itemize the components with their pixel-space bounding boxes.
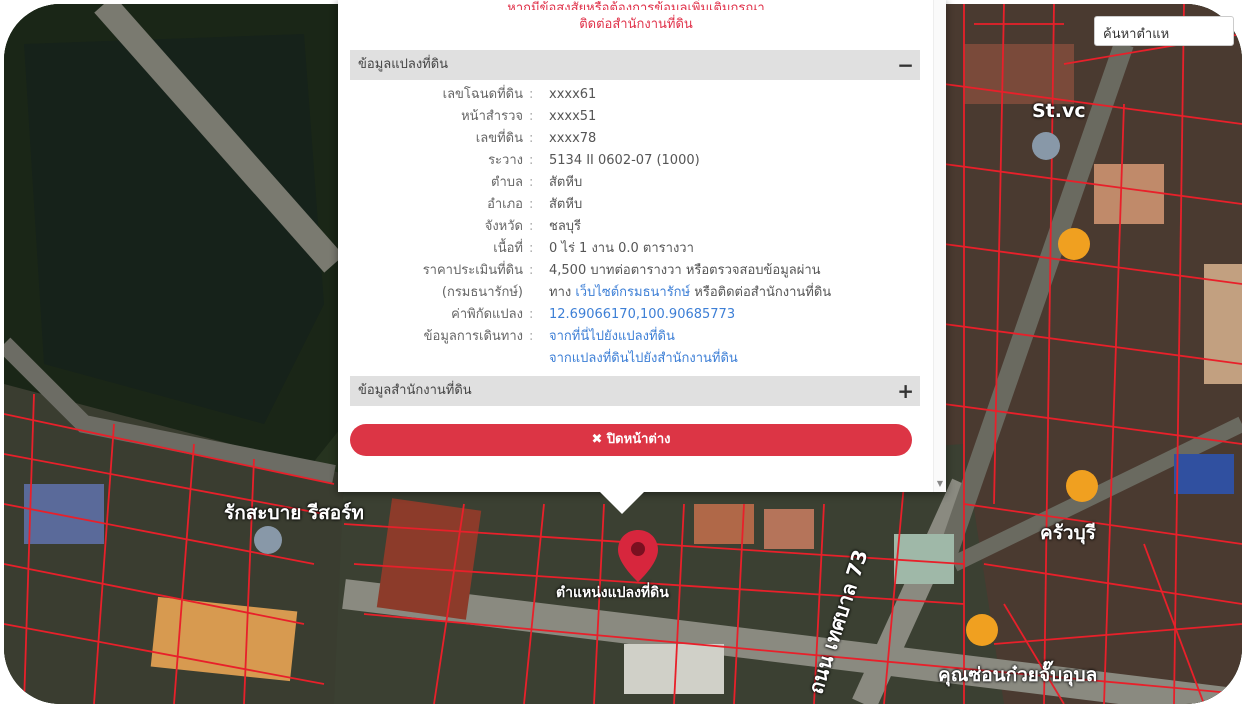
- price-value: 4,500 บาทต่อตารางวา หรือตรวจสอบข้อมูลผ่า…: [549, 263, 821, 278]
- detail-label: หน้าสำรวจ: [461, 109, 523, 124]
- detail-value: 0 ไร่ 1 งาน 0.0 ตารางวา: [549, 241, 694, 256]
- section-land-parcel-title: ข้อมูลแปลงที่ดิน: [358, 57, 449, 72]
- map-label-resort: รักสะบาย รีสอร์ท: [224, 502, 364, 524]
- detail-row: ตำบล: สัตหีบ: [338, 172, 934, 194]
- popup-tail: [600, 492, 644, 514]
- collapse-icon[interactable]: −: [897, 50, 914, 80]
- detail-value: ชลบุรี: [549, 219, 582, 234]
- section-land-office-title: ข้อมูลสำนักงานที่ดิน: [358, 383, 472, 398]
- price-row: ราคาประเมินที่ดิน:4,500 บาทต่อตารางวา หร…: [338, 260, 934, 282]
- map-label-stvc: St.vc: [1032, 100, 1086, 122]
- travel-row-2: จากแปลงที่ดินไปยังสำนักงานที่ดิน: [338, 348, 934, 370]
- travel-link-here-to-parcel[interactable]: จากที่นี่ไปยังแปลงที่ดิน: [549, 326, 934, 348]
- popup-content: หากมีข้อสงสัยหรือต้องการข้อมูลเพิ่มเติมก…: [338, 0, 934, 492]
- warning-line: ติดต่อสำนักงานที่ดิน: [579, 17, 693, 32]
- price-text: ทาง: [549, 285, 572, 300]
- detail-value: xxxx61: [549, 87, 597, 102]
- treasury-website-link[interactable]: เว็บไซต์กรมธนารักษ์: [575, 285, 690, 300]
- travel-label: ข้อมูลการเดินทาง: [423, 329, 523, 344]
- parcel-pin-icon[interactable]: [618, 530, 658, 586]
- price-label: ราคาประเมินที่ดิน: [422, 263, 523, 278]
- expand-icon[interactable]: +: [897, 376, 914, 406]
- detail-value: สัตหีบ: [549, 197, 583, 212]
- detail-row: หน้าสำรวจ: xxxx51: [338, 106, 934, 128]
- price-value-line-2: ทาง เว็บไซต์กรมธนารักษ์ หรือติดต่อสำนักง…: [549, 282, 934, 304]
- detail-label: เลขที่ดิน: [475, 131, 523, 146]
- land-parcel-details: เลขโฉนดที่ดิน: xxxx61 หน้าสำรวจ: xxxx51 เล…: [338, 80, 934, 370]
- price-label-sub: (กรมธนารักษ์): [441, 285, 523, 300]
- detail-value: xxxx78: [549, 131, 597, 146]
- coord-link[interactable]: 12.69066170,100.90685773: [549, 304, 934, 326]
- section-land-parcel-header[interactable]: ข้อมูลแปลงที่ดิน −: [350, 50, 920, 80]
- detail-label: ระวาง: [488, 153, 523, 168]
- detail-label: ตำบล: [491, 175, 523, 190]
- detail-row: อำเภอ: สัตหีบ: [338, 194, 934, 216]
- scroll-down-icon[interactable]: ▼: [937, 479, 943, 488]
- popup-scrollbar[interactable]: ▼: [933, 0, 946, 492]
- warning-line-cut: หากมีข้อสงสัยหรือต้องการข้อมูลเพิ่มเติมก…: [507, 1, 765, 10]
- detail-label: อำเภอ: [487, 197, 523, 212]
- price-row-2: (กรมธนารักษ์) ทาง เว็บไซต์กรมธนารักษ์ หรื…: [338, 282, 934, 304]
- travel-row: ข้อมูลการเดินทาง: จากที่นี่ไปยังแปลงที่ดิ…: [338, 326, 934, 348]
- detail-value: 5134 II 0602-07 (1000): [549, 153, 700, 168]
- map-label-krua: ครัวบุรี: [1040, 522, 1096, 544]
- detail-row: จังหวัด: ชลบุรี: [338, 216, 934, 238]
- warning-text: หากมีข้อสงสัยหรือต้องการข้อมูลเพิ่มเติมก…: [338, 0, 934, 34]
- search-input[interactable]: ค้นหาตำแห: [1094, 16, 1234, 46]
- detail-row: เลขที่ดิน: xxxx78: [338, 128, 934, 150]
- detail-value: สัตหีบ: [549, 175, 583, 190]
- detail-row: เนื้อที่:0 ไร่ 1 งาน 0.0 ตารางวา: [338, 238, 934, 260]
- land-info-popup: หากมีข้อสงสัยหรือต้องการข้อมูลเพิ่มเติมก…: [338, 0, 946, 514]
- close-window-button[interactable]: ✖ ปิดหน้าต่าง: [350, 424, 912, 456]
- detail-value: xxxx51: [549, 109, 597, 124]
- detail-label: เนื้อที่: [493, 241, 523, 256]
- coord-row: ค่าพิกัดแปลง:12.69066170,100.90685773: [338, 304, 934, 326]
- section-land-office-header[interactable]: ข้อมูลสำนักงานที่ดิน +: [350, 376, 920, 406]
- map-label-shop: คุณซ่อนก๋วยจั๊บอุบล: [938, 664, 1098, 686]
- coord-label: ค่าพิกัดแปลง: [451, 307, 523, 322]
- travel-link-parcel-to-office[interactable]: จากแปลงที่ดินไปยังสำนักงานที่ดิน: [549, 348, 934, 370]
- detail-label: เลขโฉนดที่ดิน: [442, 87, 523, 102]
- detail-row: ระวาง:5134 II 0602-07 (1000): [338, 150, 934, 172]
- detail-label: จังหวัด: [484, 219, 523, 234]
- detail-row: เลขโฉนดที่ดิน: xxxx61: [338, 84, 934, 106]
- price-text-2: หรือติดต่อสำนักงานที่ดิน: [694, 285, 832, 300]
